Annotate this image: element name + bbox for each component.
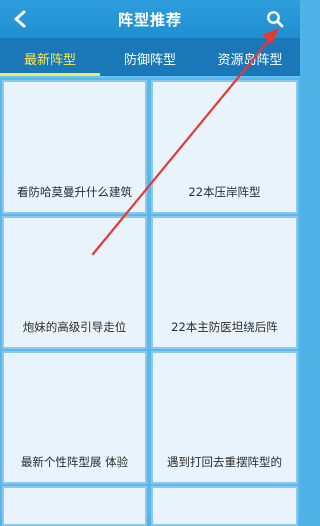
- card-title: 看防哈莫曼升什么建筑: [17, 185, 132, 199]
- formation-card[interactable]: 最新个性阵型展 体验: [2, 351, 147, 484]
- back-button[interactable]: [6, 5, 34, 33]
- page-title: 阵型推荐: [117, 10, 182, 29]
- search-button[interactable]: [262, 6, 288, 32]
- tab-latest[interactable]: 最新阵型: [0, 38, 100, 78]
- chevron-left-icon: [14, 10, 26, 28]
- tab-resource-island[interactable]: 资源岛阵型: [200, 38, 300, 78]
- formation-card[interactable]: 22本压岸阵型: [151, 80, 298, 214]
- formation-grid: 看防哈莫曼升什么建筑 22本压岸阵型 炮妹的高级引导走位 22本主防医坦绕后阵 …: [0, 78, 300, 526]
- formation-card[interactable]: 22本主防医坦绕后阵: [151, 216, 298, 349]
- formation-card-partial[interactable]: [151, 486, 298, 526]
- card-title: 遇到打回去重摆阵型的: [167, 455, 282, 469]
- formation-card[interactable]: 遇到打回去重摆阵型的: [151, 351, 298, 484]
- app-header: 阵型推荐: [0, 0, 300, 38]
- card-title: 炮妹的高级引导走位: [22, 320, 127, 334]
- tab-bar: 最新阵型 防御阵型 资源岛阵型: [0, 38, 300, 78]
- formation-card[interactable]: 看防哈莫曼升什么建筑: [2, 80, 147, 214]
- formation-card[interactable]: 炮妹的高级引导走位: [2, 216, 147, 349]
- search-icon: [267, 11, 284, 28]
- tab-defense[interactable]: 防御阵型: [100, 38, 200, 78]
- card-title: 最新个性阵型展 体验: [20, 455, 129, 469]
- card-title: 22本压岸阵型: [188, 185, 261, 199]
- formation-card-partial[interactable]: [2, 486, 147, 526]
- card-title: 22本主防医坦绕后阵: [171, 320, 278, 334]
